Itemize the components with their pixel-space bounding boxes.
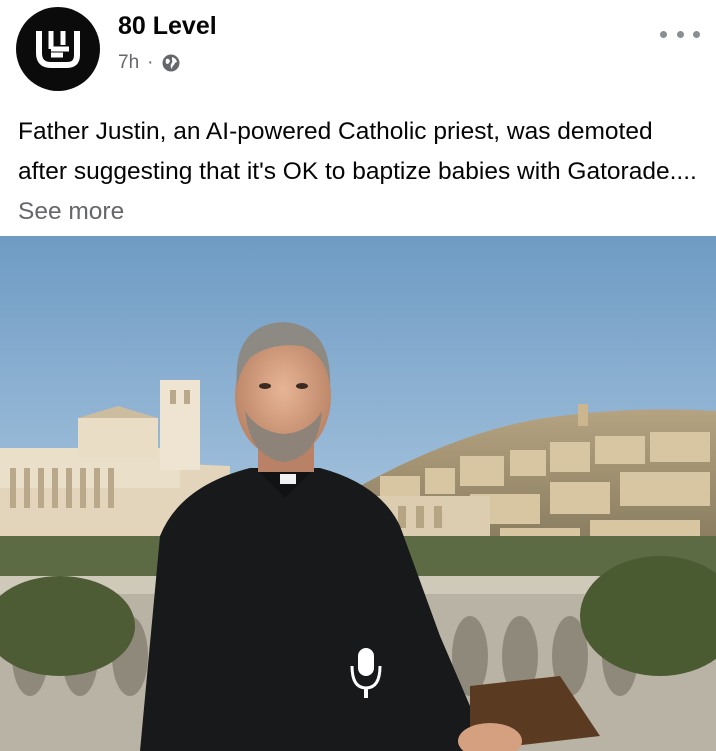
post-meta: 7h ·	[118, 52, 181, 74]
80-level-logo-icon	[36, 31, 80, 68]
post-header: 80 Level 7h ·	[0, 0, 716, 100]
post-text: Father Justin, an AI-powered Catholic pr…	[18, 112, 698, 232]
post-time[interactable]: 7h	[118, 52, 139, 74]
more-dots-icon	[660, 30, 667, 38]
meta-separator: ·	[147, 52, 154, 73]
post-body: Father Justin, an AI-powered Catholic pr…	[18, 118, 697, 185]
page-name[interactable]: 80 Level	[118, 12, 217, 41]
more-dots-icon	[676, 30, 684, 38]
globe-icon	[162, 54, 180, 72]
priest-scene-illustration	[0, 236, 716, 751]
page-avatar[interactable]	[16, 7, 100, 91]
post-image[interactable]	[0, 236, 716, 751]
more-options-button[interactable]	[660, 22, 700, 46]
more-dots-icon	[693, 30, 700, 38]
see-more-link[interactable]: See more	[18, 198, 124, 225]
